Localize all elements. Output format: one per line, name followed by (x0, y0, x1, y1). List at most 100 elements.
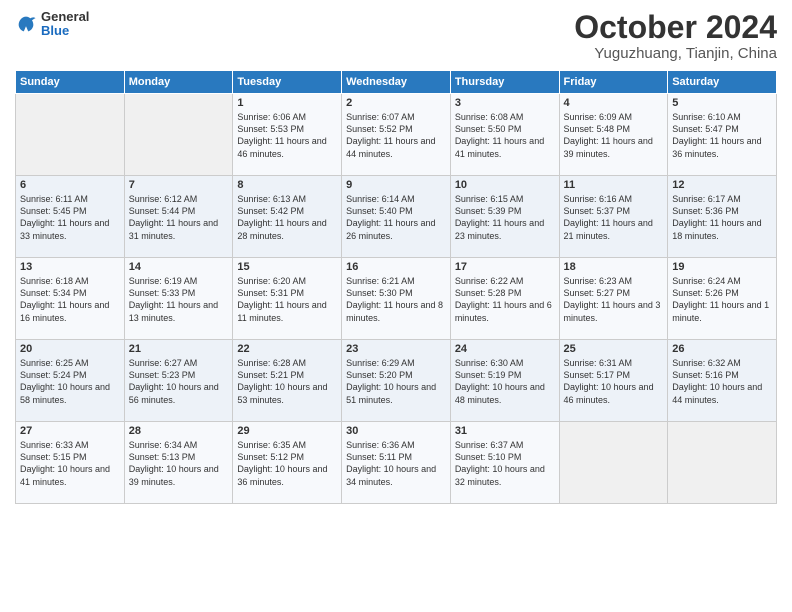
header-monday: Monday (124, 71, 233, 94)
table-row: 28Sunrise: 6:34 AM Sunset: 5:13 PM Dayli… (124, 422, 233, 504)
header-thursday: Thursday (450, 71, 559, 94)
table-row: 31 Sunrise: 6:37 AM Sunset: 5:10 PM Dayli… (450, 422, 559, 504)
table-row (668, 422, 777, 504)
calendar-page: General Blue October 2024 Yuguzhuang, Ti… (0, 0, 792, 612)
day-number: 18 (564, 261, 664, 273)
day-number: 27 (20, 425, 120, 437)
day-number: 29 (237, 425, 337, 437)
day-info: Sunrise: 6:10 AM Sunset: 5:47 PM Dayligh… (672, 111, 772, 160)
header-tuesday: Tuesday (233, 71, 342, 94)
day-info: Sunrise: 6:20 AM Sunset: 5:31 PM Dayligh… (237, 275, 337, 324)
day-info: Sunrise: 6:15 AM Sunset: 5:39 PM Dayligh… (455, 193, 555, 242)
day-number: 9 (346, 179, 446, 191)
title-section: October 2024 Yuguzhuang, Tianjin, China (574, 10, 777, 62)
location: Yuguzhuang, Tianjin, China (574, 45, 777, 62)
day-number: 4 (564, 97, 664, 109)
day-number: 3 (455, 97, 555, 109)
table-row: 18 Sunrise: 6:23 AM Sunset: 5:27 PM Dayli… (559, 258, 668, 340)
table-row (559, 422, 668, 504)
table-row: 12 Sunrise: 6:17 AM Sunset: 5:36 PM Dayli… (668, 176, 777, 258)
table-row: 22Sunrise: 6:28 AM Sunset: 5:21 PM Dayli… (233, 340, 342, 422)
day-number: 19 (672, 261, 772, 273)
day-info: Sunrise: 6:27 AM Sunset: 5:23 PM Dayligh… (129, 357, 229, 406)
table-row: 16 Sunrise: 6:21 AM Sunset: 5:30 PM Dayli… (342, 258, 451, 340)
day-number: 26 (672, 343, 772, 355)
header-wednesday: Wednesday (342, 71, 451, 94)
day-info: Sunrise: 6:32 AM Sunset: 5:16 PM Dayligh… (672, 357, 772, 406)
table-row: 1Sunrise: 6:06 AM Sunset: 5:53 PM Daylig… (233, 94, 342, 176)
table-row: 25 Sunrise: 6:31 AM Sunset: 5:17 PM Dayli… (559, 340, 668, 422)
day-number: 30 (346, 425, 446, 437)
day-info: Sunrise: 6:33 AM Sunset: 5:15 PM Dayligh… (20, 439, 120, 488)
calendar-week-4: 20Sunrise: 6:25 AM Sunset: 5:24 PM Dayli… (16, 340, 777, 422)
header-sunday: Sunday (16, 71, 125, 94)
day-info: Sunrise: 6:22 AM Sunset: 5:28 PM Dayligh… (455, 275, 555, 324)
table-row: 13 Sunrise: 6:18 AM Sunset: 5:34 PM Dayli… (16, 258, 125, 340)
day-number: 31 (455, 425, 555, 437)
day-number: 6 (20, 179, 120, 191)
day-info: Sunrise: 6:37 AM Sunset: 5:10 PM Dayligh… (455, 439, 555, 488)
day-info: Sunrise: 6:31 AM Sunset: 5:17 PM Dayligh… (564, 357, 664, 406)
day-info: Sunrise: 6:35 AM Sunset: 5:12 PM Dayligh… (237, 439, 337, 488)
day-number: 17 (455, 261, 555, 273)
day-info: Sunrise: 6:29 AM Sunset: 5:20 PM Dayligh… (346, 357, 446, 406)
calendar-week-3: 13 Sunrise: 6:18 AM Sunset: 5:34 PM Dayli… (16, 258, 777, 340)
table-row: 23Sunrise: 6:29 AM Sunset: 5:20 PM Dayli… (342, 340, 451, 422)
day-number: 16 (346, 261, 446, 273)
header: General Blue October 2024 Yuguzhuang, Ti… (15, 10, 777, 62)
logo-text: General Blue (41, 10, 89, 39)
logo-icon (15, 13, 37, 35)
day-info: Sunrise: 6:09 AM Sunset: 5:48 PM Dayligh… (564, 111, 664, 160)
table-row (16, 94, 125, 176)
day-info: Sunrise: 6:24 AM Sunset: 5:26 PM Dayligh… (672, 275, 772, 324)
day-info: Sunrise: 6:21 AM Sunset: 5:30 PM Dayligh… (346, 275, 446, 324)
table-row: 20Sunrise: 6:25 AM Sunset: 5:24 PM Dayli… (16, 340, 125, 422)
day-info: Sunrise: 6:07 AM Sunset: 5:52 PM Dayligh… (346, 111, 446, 160)
day-info: Sunrise: 6:16 AM Sunset: 5:37 PM Dayligh… (564, 193, 664, 242)
table-row: 3 Sunrise: 6:08 AM Sunset: 5:50 PM Daylig… (450, 94, 559, 176)
calendar-week-2: 6Sunrise: 6:11 AM Sunset: 5:45 PM Daylig… (16, 176, 777, 258)
table-row: 4 Sunrise: 6:09 AM Sunset: 5:48 PM Daylig… (559, 94, 668, 176)
day-number: 5 (672, 97, 772, 109)
day-number: 25 (564, 343, 664, 355)
table-row: 9 Sunrise: 6:14 AM Sunset: 5:40 PM Daylig… (342, 176, 451, 258)
header-saturday: Saturday (668, 71, 777, 94)
day-number: 28 (129, 425, 229, 437)
calendar-week-5: 27 Sunrise: 6:33 AM Sunset: 5:15 PM Dayli… (16, 422, 777, 504)
day-number: 2 (346, 97, 446, 109)
day-info: Sunrise: 6:23 AM Sunset: 5:27 PM Dayligh… (564, 275, 664, 324)
table-row: 29 Sunrise: 6:35 AM Sunset: 5:12 PM Dayli… (233, 422, 342, 504)
table-row: 2 Sunrise: 6:07 AM Sunset: 5:52 PM Daylig… (342, 94, 451, 176)
day-number: 7 (129, 179, 229, 191)
day-number: 15 (237, 261, 337, 273)
table-row: 17 Sunrise: 6:22 AM Sunset: 5:28 PM Dayli… (450, 258, 559, 340)
table-row: 19 Sunrise: 6:24 AM Sunset: 5:26 PM Dayli… (668, 258, 777, 340)
day-info: Sunrise: 6:14 AM Sunset: 5:40 PM Dayligh… (346, 193, 446, 242)
table-row: 6Sunrise: 6:11 AM Sunset: 5:45 PM Daylig… (16, 176, 125, 258)
day-info: Sunrise: 6:17 AM Sunset: 5:36 PM Dayligh… (672, 193, 772, 242)
table-row: 11Sunrise: 6:16 AM Sunset: 5:37 PM Dayli… (559, 176, 668, 258)
day-number: 24 (455, 343, 555, 355)
day-info: Sunrise: 6:25 AM Sunset: 5:24 PM Dayligh… (20, 357, 120, 406)
table-row: 21Sunrise: 6:27 AM Sunset: 5:23 PM Dayli… (124, 340, 233, 422)
calendar-week-1: 1Sunrise: 6:06 AM Sunset: 5:53 PM Daylig… (16, 94, 777, 176)
logo-general: General (41, 10, 89, 24)
day-info: Sunrise: 6:28 AM Sunset: 5:21 PM Dayligh… (237, 357, 337, 406)
day-number: 14 (129, 261, 229, 273)
day-number: 10 (455, 179, 555, 191)
day-number: 8 (237, 179, 337, 191)
header-friday: Friday (559, 71, 668, 94)
logo-blue: Blue (41, 24, 89, 38)
day-number: 13 (20, 261, 120, 273)
table-row: 24 Sunrise: 6:30 AM Sunset: 5:19 PM Dayli… (450, 340, 559, 422)
table-row: 7 Sunrise: 6:12 AM Sunset: 5:44 PM Daylig… (124, 176, 233, 258)
calendar-table: Sunday Monday Tuesday Wednesday Thursday… (15, 70, 777, 504)
day-info: Sunrise: 6:08 AM Sunset: 5:50 PM Dayligh… (455, 111, 555, 160)
day-info: Sunrise: 6:18 AM Sunset: 5:34 PM Dayligh… (20, 275, 120, 324)
day-info: Sunrise: 6:06 AM Sunset: 5:53 PM Dayligh… (237, 111, 337, 160)
day-number: 12 (672, 179, 772, 191)
day-info: Sunrise: 6:12 AM Sunset: 5:44 PM Dayligh… (129, 193, 229, 242)
table-row: 5 Sunrise: 6:10 AM Sunset: 5:47 PM Daylig… (668, 94, 777, 176)
table-row: 15 Sunrise: 6:20 AM Sunset: 5:31 PM Dayli… (233, 258, 342, 340)
day-info: Sunrise: 6:30 AM Sunset: 5:19 PM Dayligh… (455, 357, 555, 406)
